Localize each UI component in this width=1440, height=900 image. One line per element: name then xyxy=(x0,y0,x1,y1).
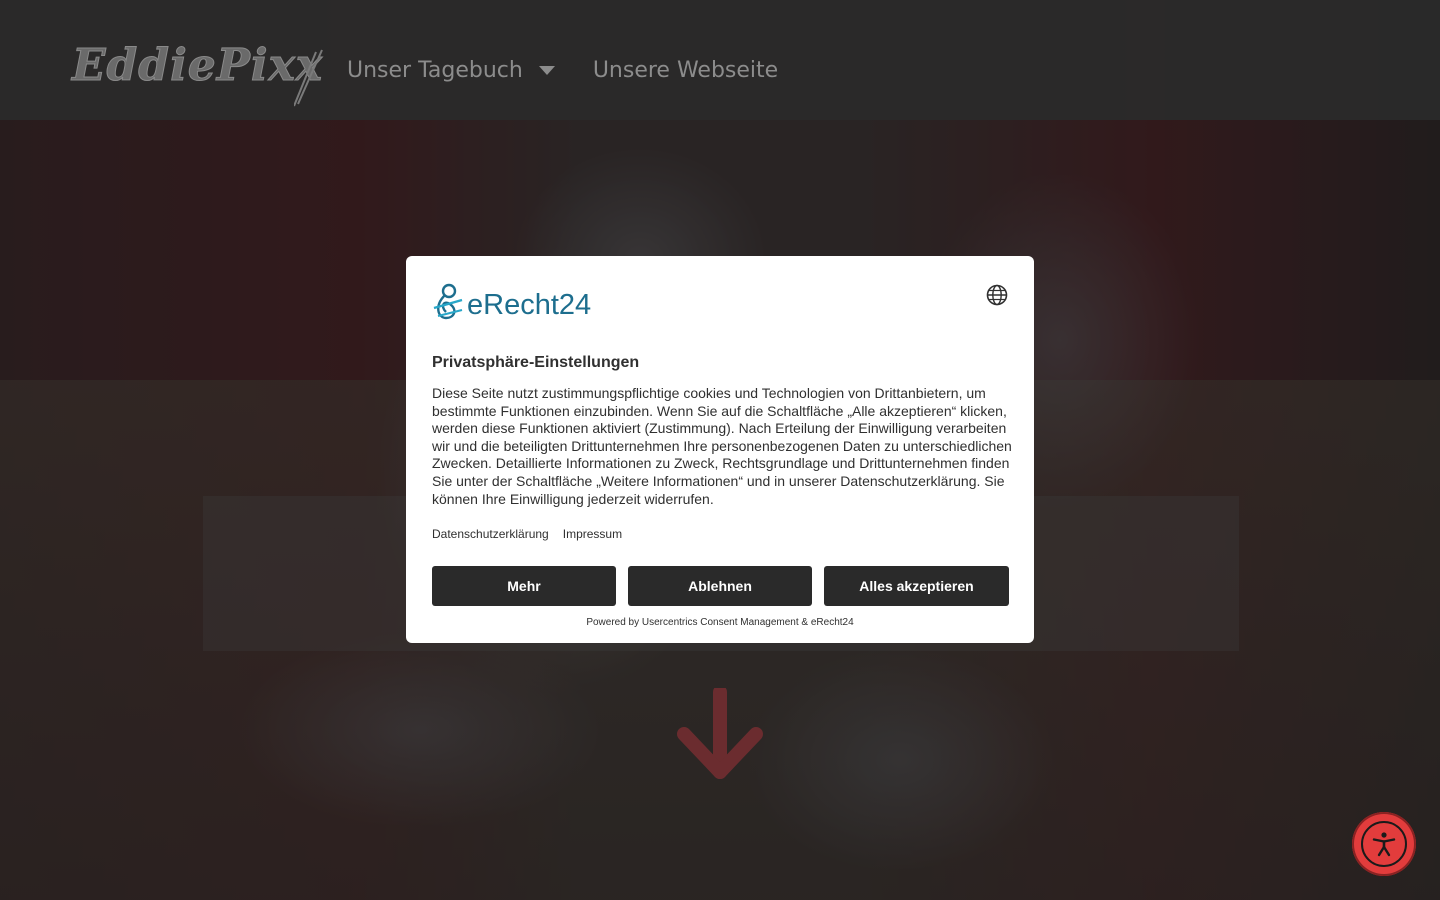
consent-title: Privatsphäre-Einstellungen xyxy=(432,354,640,371)
more-button[interactable]: Mehr xyxy=(432,566,616,606)
consent-body-text: Diese Seite nutzt zustimmungspflichtige … xyxy=(432,385,1012,507)
logo-text: EddiePixx xyxy=(71,40,324,92)
arrow-down-icon[interactable] xyxy=(676,688,764,780)
accept-all-button[interactable]: Alles akzeptieren xyxy=(824,566,1009,606)
consent-links: Datenschutzerklärung Impressum xyxy=(432,527,622,541)
globe-icon[interactable] xyxy=(986,284,1008,306)
brand-name: eRecht24 xyxy=(467,289,592,321)
powered-by-text: Powered by Usercentrics Consent Manageme… xyxy=(586,617,854,628)
decline-button[interactable]: Ablehnen xyxy=(628,566,812,606)
main-nav: Unser Tagebuch Unsere Webseite xyxy=(347,58,778,83)
consent-brand: eRecht24 xyxy=(432,282,591,322)
logo-slash-icon xyxy=(294,49,323,107)
accessibility-button[interactable] xyxy=(1352,812,1416,876)
nav-item-label: Unsere Webseite xyxy=(592,58,779,83)
consent-dialog: eRecht24 Privatsphäre-Einstellungen Dies… xyxy=(406,256,1034,643)
consent-buttons: Mehr Ablehnen Alles akzeptieren xyxy=(432,566,1009,606)
imprint-link[interactable]: Impressum xyxy=(563,527,622,541)
caret-down-icon xyxy=(538,66,555,75)
nav-item-label: Unser Tagebuch xyxy=(347,58,523,83)
nav-item-webseite[interactable]: Unsere Webseite xyxy=(593,58,778,83)
erecht24-logo-icon xyxy=(433,283,463,320)
accessibility-icon-ring xyxy=(1361,821,1407,867)
accessibility-icon xyxy=(1372,832,1396,857)
site-header: EddiePixx Unser Tagebuch Unsere Webseite xyxy=(0,0,1440,120)
privacy-policy-link[interactable]: Datenschutzerklärung xyxy=(432,527,549,541)
nav-item-tagebuch[interactable]: Unser Tagebuch xyxy=(347,58,555,83)
site-logo[interactable]: EddiePixx xyxy=(71,38,324,108)
